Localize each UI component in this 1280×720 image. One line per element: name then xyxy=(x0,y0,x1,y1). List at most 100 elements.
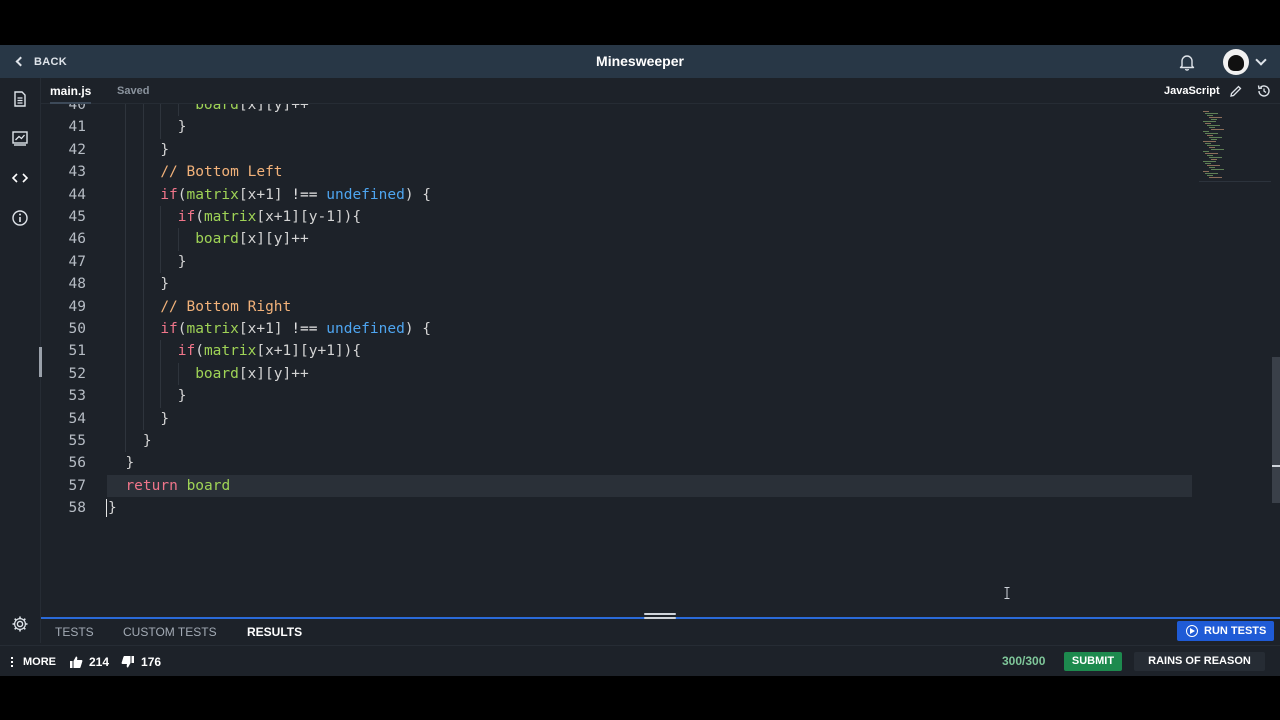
minimap-line xyxy=(1203,131,1209,132)
indent-guide xyxy=(125,138,127,162)
chart-icon[interactable] xyxy=(11,129,29,147)
indent-guide xyxy=(142,250,144,274)
code-text: } xyxy=(108,497,117,519)
gear-icon[interactable] xyxy=(11,615,29,633)
thumbs-down-icon[interactable] xyxy=(121,655,135,669)
thumbs-up-icon[interactable] xyxy=(69,655,83,669)
code-token: } xyxy=(177,388,187,405)
tab-tests[interactable]: TESTS xyxy=(55,619,94,645)
code-token: return xyxy=(125,477,178,494)
code-token: undefined xyxy=(326,186,405,203)
indent-guide xyxy=(125,206,127,229)
code-line[interactable]: 45 if(matrix[x+1][y-1]){ xyxy=(41,206,1194,229)
code-text: if(matrix[x+1] !== undefined) { xyxy=(160,184,431,206)
back-button[interactable]: BACK xyxy=(14,45,67,78)
indent-guide xyxy=(125,273,127,296)
vertical-scrollbar[interactable] xyxy=(1272,357,1280,503)
code-line[interactable]: 54} xyxy=(41,407,1194,430)
code-token: [x+ xyxy=(238,321,266,337)
language-selector[interactable]: JavaScript xyxy=(1164,78,1220,104)
minimap-line xyxy=(1203,151,1209,152)
indent-guide xyxy=(142,407,144,430)
avatar[interactable] xyxy=(1223,49,1249,75)
minimap-line xyxy=(1209,177,1222,178)
code-token: board xyxy=(195,104,239,113)
indent-guide xyxy=(142,295,144,318)
submit-button[interactable]: SUBMIT xyxy=(1064,652,1122,671)
code-line[interactable]: 56} xyxy=(41,452,1194,474)
top-bar: BACK Minesweeper xyxy=(0,45,1280,78)
chevron-down-icon[interactable] xyxy=(1255,54,1267,66)
upvote-count: 214 xyxy=(89,654,110,669)
code-token: } xyxy=(177,253,187,270)
tab-results[interactable]: RESULTS xyxy=(247,619,302,645)
indent-guide xyxy=(125,340,127,363)
line-number: 51 xyxy=(68,343,86,360)
code-token: ) { xyxy=(404,321,432,337)
code-line[interactable]: 43 // Bottom Left xyxy=(41,161,1194,184)
more-button[interactable]: MORE xyxy=(11,646,56,676)
indent-guide xyxy=(160,116,162,139)
indent-guide xyxy=(160,228,162,251)
file-tab[interactable]: main.js xyxy=(50,78,92,104)
code-token: if xyxy=(177,209,196,225)
code-line[interactable]: 53} xyxy=(41,385,1194,408)
code-line[interactable]: 48} xyxy=(41,273,1194,296)
line-number: 44 xyxy=(68,186,86,203)
indent-guide xyxy=(142,273,144,296)
code-line[interactable]: 51 if(matrix[x+1][y+1]){ xyxy=(41,340,1194,363)
indent-guide xyxy=(142,206,144,229)
file-icon[interactable] xyxy=(11,90,29,108)
code-text: } xyxy=(160,408,169,430)
app-window: BACK Minesweeper main.js Saved JavaScrip… xyxy=(0,45,1280,676)
code-line[interactable]: 58} xyxy=(41,497,1194,519)
code-line[interactable]: 46 board[x][y]++ xyxy=(41,228,1194,251)
code-line[interactable]: 40 board[x][y]++ xyxy=(41,104,1194,117)
code-token: ] xyxy=(273,321,292,337)
minimap-line xyxy=(1211,139,1217,140)
vote-bar: 214 176 xyxy=(69,646,161,676)
code-icon[interactable] xyxy=(11,169,29,187)
minimap-line xyxy=(1207,125,1220,126)
minimap-line xyxy=(1209,117,1222,118)
code-line[interactable]: 49 // Bottom Right xyxy=(41,295,1194,318)
indent-guide xyxy=(125,250,127,274)
code-line[interactable]: 41} xyxy=(41,116,1194,139)
code-token: } xyxy=(160,141,170,158)
code-line[interactable]: 44 if(matrix[x+1] !== undefined) { xyxy=(41,183,1194,206)
code-token: } xyxy=(142,433,152,449)
code-line[interactable]: 52 board[x][y]++ xyxy=(41,362,1194,386)
code-line[interactable]: 57 return board xyxy=(41,474,1194,497)
code-line[interactable]: 55} xyxy=(41,430,1194,453)
next-kata-button[interactable]: RAINS OF REASON xyxy=(1134,652,1265,671)
tab-custom-tests[interactable]: CUSTOM TESTS xyxy=(123,619,217,645)
code-token: ] xyxy=(273,186,292,203)
code-token: matrix xyxy=(186,321,239,337)
info-icon[interactable] xyxy=(11,209,29,227)
line-number: 40 xyxy=(68,104,86,113)
run-tests-button[interactable]: RUN TESTS xyxy=(1177,621,1274,641)
minimap-line xyxy=(1207,165,1220,166)
indent-guide xyxy=(160,250,162,274)
code-line[interactable]: 47} xyxy=(41,250,1194,274)
minimap-line xyxy=(1211,129,1224,130)
code-line[interactable]: 50 if(matrix[x+1] !== undefined) { xyxy=(41,318,1194,341)
minimap[interactable] xyxy=(1199,105,1271,182)
minimap-line xyxy=(1205,163,1211,164)
indent-guide xyxy=(125,385,127,408)
code-text: } xyxy=(178,116,187,138)
code-token: if xyxy=(177,343,196,360)
code-token: 1 xyxy=(282,343,292,360)
code-editor[interactable]: 40 board[x][y]++ 41} 42} 43// Bottom Left 44 i… xyxy=(41,104,1194,617)
code-token: [x+ xyxy=(238,186,266,203)
active-line-highlight xyxy=(107,474,1192,497)
run-tests-label: RUN TESTS xyxy=(1204,625,1267,637)
reset-icon[interactable] xyxy=(1256,83,1272,99)
bell-icon[interactable] xyxy=(1178,53,1196,71)
minimap-line xyxy=(1205,173,1218,174)
pencil-icon[interactable] xyxy=(1229,84,1243,98)
code-line[interactable]: 42} xyxy=(41,138,1194,162)
left-rail xyxy=(0,78,41,643)
code-token: !== xyxy=(291,321,318,337)
line-number: 57 xyxy=(68,477,86,494)
